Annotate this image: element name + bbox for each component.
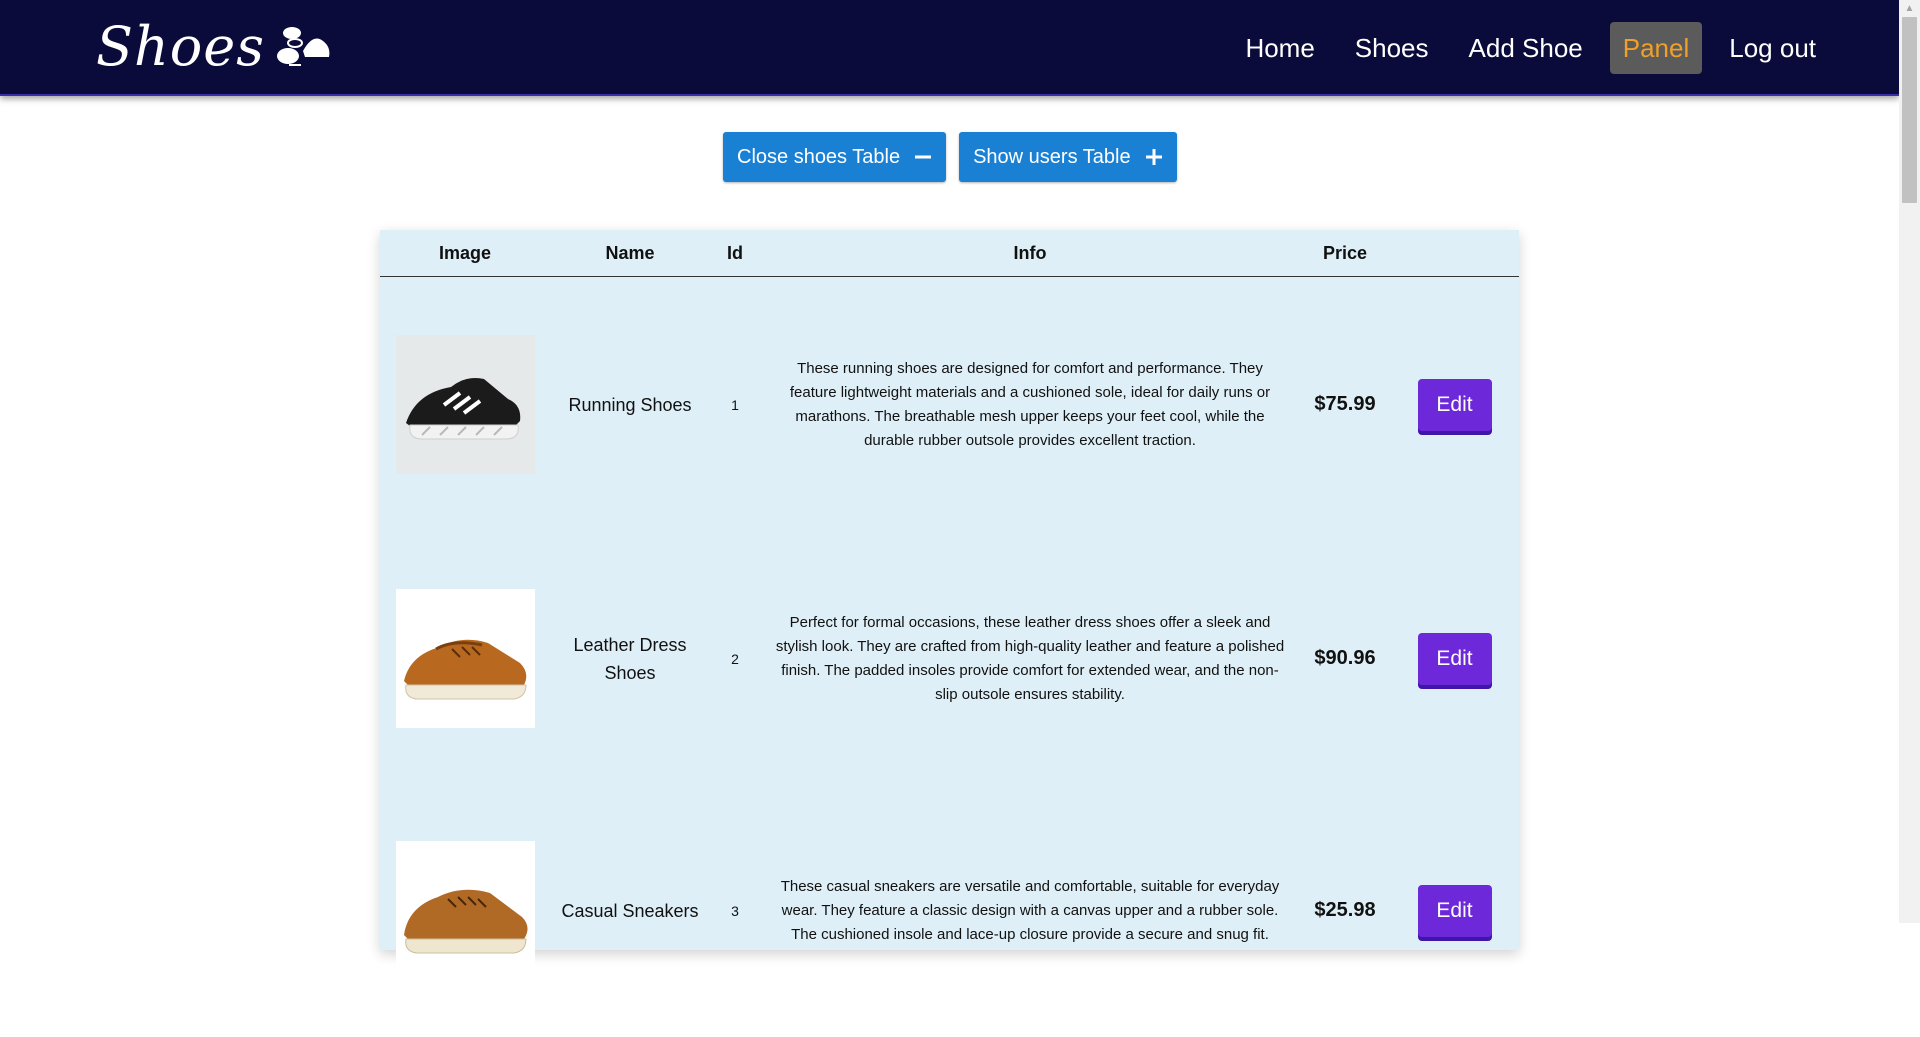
nav-shoes[interactable]: Shoes [1342, 22, 1442, 74]
scrollbar-thumb[interactable] [1902, 17, 1917, 203]
shoe-name: Leather Dress Shoes [573, 634, 687, 683]
edit-button[interactable]: Edit [1417, 378, 1492, 431]
page-scrollbar[interactable]: ▲ [1899, 0, 1920, 923]
scroll-up-arrow-icon[interactable]: ▲ [1899, 0, 1920, 17]
shoe-id: 1 [731, 396, 739, 413]
navbar: Shoes Home Shoes Add Shoe Panel Log out [0, 0, 1899, 96]
shoe-name: Casual Sneakers [561, 900, 699, 921]
nav-panel[interactable]: Panel [1609, 22, 1703, 74]
shoe-name: Running Shoes [568, 394, 692, 415]
action-cell: Edit [1390, 277, 1519, 533]
show-users-table-button[interactable]: Show users Table [959, 132, 1177, 182]
image-cell [380, 533, 550, 785]
shoe-price: $90.96 [1314, 647, 1376, 669]
image-cell [380, 785, 550, 1037]
table-row: Casual Sneakers 3 These casual sneakers … [380, 785, 1519, 1037]
casual-sneaker-image [395, 841, 535, 980]
shoes-table: Image Name Id Info Price Running Shoes 1… [380, 230, 1519, 980]
column-header-name: Name [550, 230, 710, 277]
table-toggles: Close shoes Table Show users Table [723, 132, 1177, 182]
table-row: Running Shoes 1 These running shoes are … [380, 277, 1519, 533]
close-shoes-table-button[interactable]: Close shoes Table [723, 132, 947, 182]
shoe-info: These casual sneakers are versatile and … [780, 877, 1280, 943]
minus-icon [915, 155, 932, 159]
nav-links: Home Shoes Add Shoe Panel Log out [1232, 22, 1829, 74]
table-row: Leather Dress Shoes 2 Perfect for formal… [380, 533, 1519, 785]
column-header-id: Id [710, 230, 760, 277]
shoe-id: 3 [731, 902, 739, 919]
column-header-image: Image [380, 230, 550, 277]
leather-dress-shoe-image [395, 589, 535, 728]
column-header-info: Info [760, 230, 1300, 277]
brand-name: Shoes [96, 15, 265, 78]
shoe-id: 2 [731, 650, 739, 667]
brand-logo[interactable]: Shoes [96, 14, 331, 80]
nav-home[interactable]: Home [1232, 22, 1327, 74]
edit-button[interactable]: Edit [1417, 632, 1492, 685]
shoe-price: $25.98 [1314, 899, 1376, 921]
running-shoe-image [395, 335, 535, 475]
action-cell: Edit [1390, 533, 1519, 785]
image-cell [380, 277, 550, 533]
shoe-price: $75.99 [1314, 393, 1376, 416]
close-shoes-table-label: Close shoes Table [737, 145, 901, 168]
column-header-price: Price [1300, 230, 1390, 277]
shoe-info: Perfect for formal occasions, these leat… [775, 613, 1285, 703]
shoe-info: These running shoes are designed for com… [789, 359, 1271, 449]
plus-icon [1145, 149, 1162, 165]
shoes-logo-icon [276, 27, 330, 66]
show-users-table-label: Show users Table [973, 145, 1131, 168]
edit-button[interactable]: Edit [1417, 884, 1492, 937]
column-header-actions [1390, 230, 1519, 277]
action-cell: Edit [1390, 785, 1519, 1037]
nav-add-shoe[interactable]: Add Shoe [1456, 22, 1596, 74]
nav-log-out[interactable]: Log out [1716, 22, 1829, 74]
table-header-row: Image Name Id Info Price [380, 230, 1519, 277]
